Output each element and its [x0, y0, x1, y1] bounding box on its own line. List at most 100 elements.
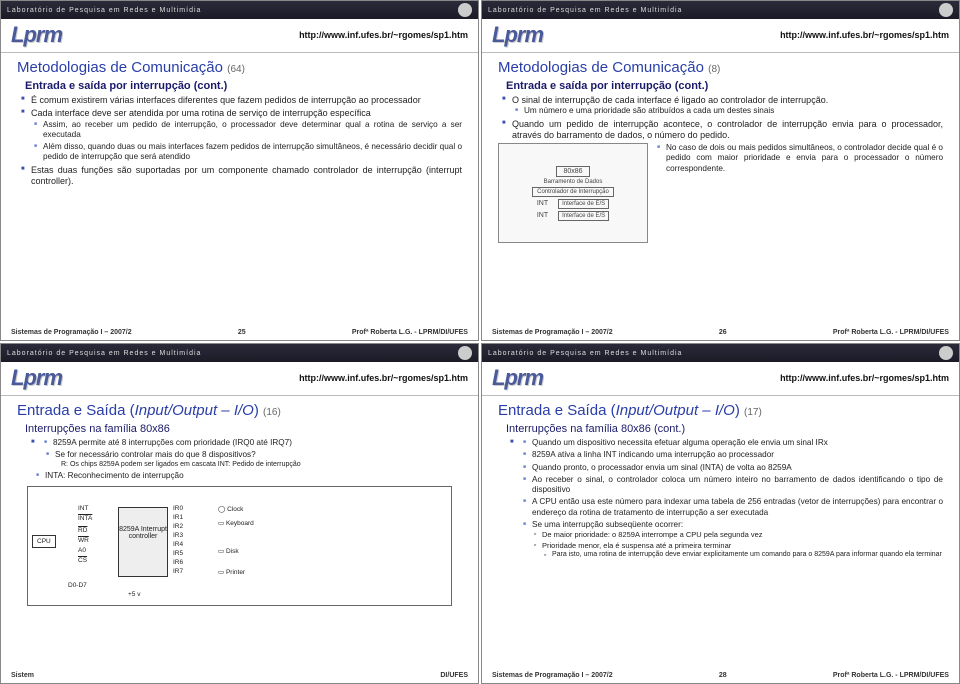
- footer-left: Sistemas de Programação I – 2007/2: [11, 329, 132, 336]
- answer-text: R: Os chips 8259A podem ser ligados em c…: [55, 461, 462, 470]
- footer-right: Profª Roberta L.G. - LPRM/DI/UFES: [352, 329, 468, 336]
- title-text: Entrada e Saída (Input/Output – I/O): [498, 402, 740, 419]
- footer-page: 26: [719, 329, 727, 336]
- slide-footer: Sistemas de Programação I – 2007/2 25 Pr…: [1, 327, 478, 340]
- sub-bullet: Se uma interrupção subseqüente ocorrer: …: [532, 520, 943, 560]
- slide-content: Entrada e Saída (Input/Output – I/O) (16…: [1, 396, 478, 670]
- pin-inta: INTA: [78, 515, 92, 522]
- bullet-text: Se uma interrupção subseqüente ocorrer:: [532, 520, 683, 529]
- ufes-logo: [939, 3, 953, 17]
- slide-title: Metodologias de Comunicação (64): [17, 59, 462, 76]
- pin-ir2: IR2: [173, 523, 183, 530]
- slide-title: Metodologias de Comunicação (8): [498, 59, 943, 76]
- lab-label: Laboratório de Pesquisa em Redes e Multi…: [488, 7, 939, 14]
- ufes-logo: [458, 346, 472, 360]
- pin-a0: A0: [78, 547, 86, 554]
- footer-page: 25: [238, 329, 246, 336]
- title-count: (17): [744, 407, 762, 418]
- header-url: http://www.inf.ufes.br/~rgomes/sp1.htm: [780, 30, 949, 40]
- title-count: (8): [708, 64, 720, 75]
- bullet: Quando um pedido de interrupção acontece…: [512, 119, 943, 142]
- slide-26: Laboratório de Pesquisa em Redes e Multi…: [481, 0, 960, 341]
- header-url: http://www.inf.ufes.br/~rgomes/sp1.htm: [299, 373, 468, 383]
- lprm-logo: Lprm: [5, 365, 68, 391]
- slide-subtitle: Interrupções na família 80x86: [25, 423, 462, 435]
- slide-header: Laboratório de Pesquisa em Redes e Multi…: [1, 344, 478, 362]
- sub-bullet: Quando um dispositivo necessita efetuar …: [532, 438, 943, 448]
- sub-bullet: Um número e uma prioridade são atribuído…: [524, 106, 943, 116]
- slide-content: Metodologias de Comunicação (64) Entrada…: [1, 53, 478, 327]
- lab-label: Laboratório de Pesquisa em Redes e Multi…: [7, 350, 458, 357]
- slide-28: Laboratório de Pesquisa em Redes e Multi…: [481, 343, 960, 684]
- pin-rd: RD: [78, 527, 87, 534]
- slide-content: Entrada e Saída (Input/Output – I/O) (17…: [482, 396, 959, 670]
- slide-25: Laboratório de Pesquisa em Redes e Multi…: [0, 0, 479, 341]
- slide-title: Entrada e Saída (Input/Output – I/O) (17…: [498, 402, 943, 419]
- diagram-cpu: CPU: [32, 535, 56, 548]
- logo-row: Lprm http://www.inf.ufes.br/~rgomes/sp1.…: [482, 362, 959, 396]
- slide-content: Metodologias de Comunicação (8) Entrada …: [482, 53, 959, 327]
- bullet: Estas duas funções são suportadas por um…: [31, 165, 462, 188]
- sub-bullet: Quando pronto, o processador envia um si…: [532, 463, 943, 473]
- footer-left: Sistem: [11, 672, 34, 679]
- pin-int: INT: [78, 505, 88, 512]
- diagram-int-label: INT: [537, 212, 548, 219]
- footer-right: DI/UFES: [440, 672, 468, 679]
- pin-ir7: IR7: [173, 568, 183, 575]
- slide-header: Laboratório de Pesquisa em Redes e Multi…: [482, 1, 959, 19]
- sub-bullet: Além disso, quando duas ou mais interfac…: [43, 142, 462, 163]
- title-count: (16): [263, 407, 281, 418]
- slide-subtitle: Entrada e saída por interrupção (cont.): [506, 80, 943, 92]
- bullet-text: Cada interface deve ser atendida por uma…: [31, 108, 371, 118]
- dev-disk: Disk: [226, 548, 239, 555]
- pin-ir3: IR3: [173, 532, 183, 539]
- slide-header: Laboratório de Pesquisa em Redes e Multi…: [482, 344, 959, 362]
- title-text: Entrada e Saída (Input/Output – I/O): [17, 402, 259, 419]
- title-text: Metodologias de Comunicação: [17, 59, 223, 76]
- slide-footer: Sistem DI/UFES: [1, 670, 478, 683]
- sub-bullet: INTA: Reconhecimento de interrupção: [45, 471, 462, 481]
- ufes-logo: [939, 346, 953, 360]
- diagram-interface-box: Interface de E/S: [558, 199, 609, 209]
- footer-left: Sistemas de Programação I – 2007/2: [492, 329, 613, 336]
- sub-bullet: Se for necessário controlar mais do que …: [55, 450, 462, 469]
- slide-footer: Sistemas de Programação I – 2007/2 28 Pr…: [482, 670, 959, 683]
- sub2-bullet: De maior prioridade: o 8259A interrompe …: [542, 530, 943, 539]
- logo-row: Lprm http://www.inf.ufes.br/~rgomes/sp1.…: [482, 19, 959, 53]
- diagram-controller-box: Controlador de Interrupção: [532, 187, 614, 197]
- diagram-bus-label: Barramento de Dados: [544, 179, 603, 185]
- slide-subtitle: Entrada e saída por interrupção (cont.): [25, 80, 462, 92]
- footer-right: Profª Roberta L.G. - LPRM/DI/UFES: [833, 329, 949, 336]
- title-text: Metodologias de Comunicação: [498, 59, 704, 76]
- footer-right: Profª Roberta L.G. - LPRM/DI/UFES: [833, 672, 949, 679]
- footer-left: Sistemas de Programação I – 2007/2: [492, 672, 613, 679]
- title-count: (64): [227, 64, 245, 75]
- pin-ir5: IR5: [173, 550, 183, 557]
- interrupt-controller-diagram: 80x86 Barramento de Dados Controlador de…: [498, 143, 648, 243]
- pin-ir6: IR6: [173, 559, 183, 566]
- diagram-interface-box: Interface de E/S: [558, 211, 609, 221]
- slide-title: Entrada e Saída (Input/Output – I/O) (16…: [17, 402, 462, 419]
- diagram-chip: 8259A Interrupt controller: [118, 507, 168, 577]
- header-url: http://www.inf.ufes.br/~rgomes/sp1.htm: [299, 30, 468, 40]
- bullet-text: Prioridade menor, ela é suspensa até a p…: [542, 541, 731, 550]
- slide-27: Laboratório de Pesquisa em Redes e Multi…: [0, 343, 479, 684]
- diagram-cpu-box: 80x86: [556, 166, 589, 177]
- lab-label: Laboratório de Pesquisa em Redes e Multi…: [488, 350, 939, 357]
- question-text: Se for necessário controlar mais do que …: [55, 450, 256, 459]
- sub-bullet: 8259A ativa a linha INT indicando uma in…: [532, 450, 943, 460]
- lab-label: Laboratório de Pesquisa em Redes e Multi…: [7, 7, 458, 14]
- sub3-bullet: Para isto, uma rotina de interrupção dev…: [552, 551, 943, 560]
- lprm-logo: Lprm: [486, 22, 549, 48]
- sub-bullet: No caso de dois ou mais pedidos simultân…: [666, 143, 943, 174]
- sub-bullet: A CPU então usa este número para indexar…: [532, 497, 943, 518]
- logo-row: Lprm http://www.inf.ufes.br/~rgomes/sp1.…: [1, 362, 478, 396]
- sub-bullet: Ao receber o sinal, o controlador coloca…: [532, 475, 943, 496]
- logo-row: Lprm http://www.inf.ufes.br/~rgomes/sp1.…: [1, 19, 478, 53]
- footer-page: 28: [719, 672, 727, 679]
- bullet-text: O sinal de interrupção de cada interface…: [512, 95, 828, 105]
- pin-5v: +5 v: [128, 591, 140, 598]
- sub-bullet: 8259A permite até 8 interrupções com pri…: [53, 438, 462, 448]
- dev-clock: Clock: [227, 506, 243, 513]
- pin-wr: WR: [78, 537, 89, 544]
